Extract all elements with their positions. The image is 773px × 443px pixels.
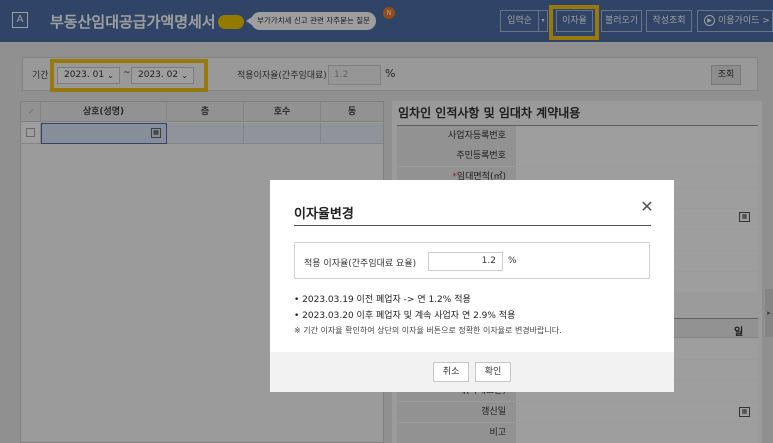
rate-label: 적용 이자율(간주임대료 요율): [304, 259, 417, 269]
rate-note-1: • 2023.03.19 이전 폐업자 -> 연 1.2% 적용: [294, 295, 471, 305]
dialog-title: 이자율변경: [294, 207, 354, 222]
confirm-button[interactable]: 확인: [475, 362, 511, 382]
rate-note-2: • 2023.03.20 이후 폐업자 및 계속 사업자 연 2.9% 적용: [294, 311, 516, 321]
rate-warning: ※ 기간 이자율 확인하여 상단의 이자율 버튼으로 정확한 이자율로 변경바랍…: [294, 326, 562, 335]
interest-rate-dialog: 이자율변경 ✕ 적용 이자율(간주임대료 요율) 1.2 % • 2023.03…: [270, 180, 674, 392]
rate-box: 적용 이자율(간주임대료 요율) 1.2 %: [294, 242, 650, 279]
dialog-footer: 취소 확인: [270, 352, 674, 392]
rate-percent: %: [508, 256, 517, 266]
rate-input[interactable]: 1.2: [428, 252, 503, 271]
dialog-divider: [294, 225, 651, 226]
close-icon[interactable]: ✕: [638, 198, 656, 216]
cancel-button[interactable]: 취소: [433, 362, 469, 382]
